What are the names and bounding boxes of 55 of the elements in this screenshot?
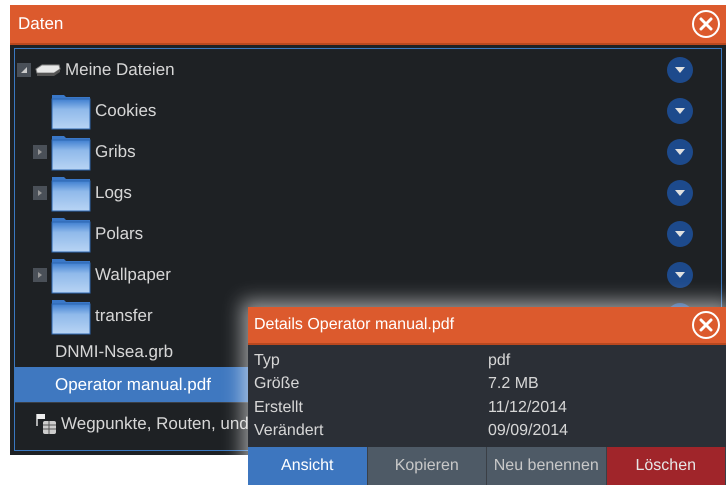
dropdown-button[interactable]	[667, 262, 693, 288]
action-button[interactable]: Kopieren	[368, 446, 487, 485]
triangle-icon	[37, 190, 43, 196]
expander-toggle[interactable]	[33, 186, 47, 200]
tree-label: Gribs	[95, 142, 136, 162]
expander-toggle[interactable]	[33, 268, 47, 282]
detail-label: Größe	[254, 374, 300, 394]
tree-label: Meine Dateien	[65, 60, 175, 80]
tree-label: Polars	[95, 224, 144, 244]
tree-label: Wallpaper	[95, 264, 171, 284]
tree-label: Wegpunkte, Routen, und	[61, 414, 249, 434]
action-button[interactable]: Löschen	[606, 446, 726, 485]
dropdown-button[interactable]	[667, 98, 693, 124]
close-icon	[699, 17, 713, 31]
dropdown-button[interactable]	[667, 220, 693, 246]
dropdown-button[interactable]	[667, 56, 693, 82]
action-button[interactable]: Neu benennen	[487, 446, 606, 485]
detail-value: 09/09/2014	[488, 421, 570, 442]
dialog-title: Details Operator manual.pdf	[254, 316, 454, 334]
caret-icon	[675, 190, 685, 196]
tree-label: Cookies	[95, 100, 156, 120]
hard-drive-icon	[35, 62, 61, 76]
dropdown-button[interactable]	[667, 180, 693, 206]
action-button[interactable]: Ansicht	[248, 446, 368, 485]
tree-label: transfer	[95, 306, 153, 326]
tree-row[interactable]: Polars	[15, 213, 721, 254]
tree-row[interactable]: Wallpaper	[15, 254, 721, 295]
detail-value: pdf	[488, 350, 512, 371]
database-flag-icon	[35, 412, 57, 434]
caret-icon	[675, 66, 685, 72]
dropdown-button[interactable]	[667, 138, 693, 164]
close-button[interactable]	[692, 310, 720, 339]
tree-label: Logs	[95, 182, 132, 202]
detail-value: 11/12/2014	[488, 398, 568, 418]
caret-icon	[675, 230, 685, 236]
tree-label: Operator manual.pdf	[55, 374, 211, 394]
tree-row[interactable]: Gribs	[15, 131, 721, 172]
detail-label: Erstellt	[254, 398, 304, 418]
tree-row[interactable]: Meine Dateien	[15, 49, 721, 90]
close-button[interactable]	[692, 10, 720, 38]
caret-icon	[675, 108, 685, 114]
triangle-icon	[37, 148, 43, 154]
triangle-icon	[21, 66, 27, 72]
expander-toggle[interactable]	[17, 62, 31, 76]
close-icon	[699, 318, 713, 332]
window-title: Daten	[18, 14, 64, 34]
caret-icon	[675, 148, 685, 154]
detail-value: 7.2 MB	[488, 374, 540, 394]
expander-toggle[interactable]	[33, 144, 47, 158]
detail-label: Typ	[254, 350, 281, 371]
tree-row[interactable]: Cookies	[15, 90, 721, 131]
triangle-icon	[37, 272, 43, 278]
caret-icon	[675, 272, 685, 278]
detail-label: Verändert	[254, 421, 324, 442]
tree-row[interactable]: Logs	[15, 172, 721, 213]
